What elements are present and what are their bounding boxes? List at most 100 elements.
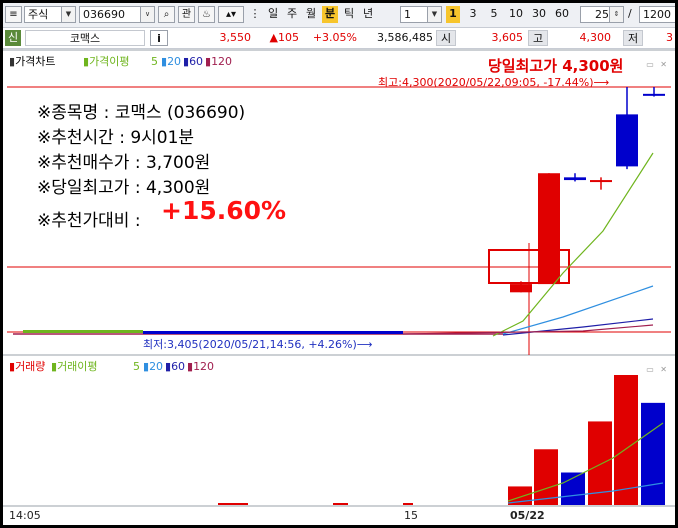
legend-price-ma[interactable]: ▮가격이평 [83, 54, 130, 70]
legend-ma120[interactable]: 120 [211, 55, 232, 68]
change-value: ▲105 [269, 31, 299, 44]
new-badge: 신 [5, 30, 21, 46]
chevron-down-icon[interactable]: ▼ [61, 7, 75, 22]
change-percent: +3.05% [312, 31, 357, 44]
period-week[interactable]: 주 [284, 6, 300, 23]
legend-volume[interactable]: 거래량 [15, 360, 45, 373]
legend-ma20[interactable]: 20 [167, 55, 181, 68]
stock-icon[interactable]: ♨ [198, 6, 215, 23]
market-select-value: 주식 [28, 8, 49, 21]
spin-icon[interactable]: ▴▾ [218, 6, 244, 23]
candle-body [643, 93, 665, 96]
candle-body [510, 284, 532, 293]
count-input[interactable]: 25 ⇕ [580, 6, 624, 23]
period-year[interactable]: 년 [360, 6, 376, 23]
legend-volume-ma[interactable]: 거래이평 [57, 360, 97, 373]
candle-body [564, 177, 586, 181]
panel-window-buttons[interactable]: ▭ ✕ [646, 57, 669, 73]
period-month[interactable]: 월 [303, 6, 319, 23]
vma5-line [507, 422, 664, 502]
candle-body [590, 180, 612, 183]
highlight-box [488, 249, 570, 284]
legend-vma5[interactable]: 5 [133, 359, 140, 375]
spin-icon[interactable]: ⇕ [609, 7, 623, 22]
legend-vma120[interactable]: 120 [193, 360, 214, 373]
code-input[interactable]: 036690 ∨ [79, 6, 155, 23]
low-label: 저 [623, 30, 643, 46]
overlay-compare-value: +15.60% [161, 196, 287, 225]
volume-bar [534, 449, 558, 505]
minute-30-button[interactable]: 30 [529, 6, 549, 23]
high-note: 최고:4,300(2020/05/22,09:05, -17.44%)⟶ [378, 76, 610, 89]
overlay-line-high: ※당일최고가 : 4,300원 [37, 178, 211, 198]
low-value: 3 [666, 31, 673, 44]
overlay-line-name: ※종목명 : 코맥스 (036690) [37, 103, 246, 123]
chart-window: ≡ 주식 ▼ 036690 ∨ ⌕ 관 ♨ ▴▾ ⋮ 일 주 월 분 틱 년 1… [3, 3, 675, 525]
minute-1-button[interactable]: 1 [446, 6, 460, 23]
menu-icon[interactable]: ≡ [5, 6, 22, 23]
x-label-0522: 05/22 [510, 509, 545, 522]
market-select[interactable]: 주식 ▼ [24, 6, 76, 23]
volume-bar [614, 375, 638, 505]
high-label: 고 [528, 30, 548, 46]
more-icon[interactable]: ⋮ [247, 6, 263, 23]
stock-name[interactable]: 코맥스 [25, 30, 145, 46]
ma-series [402, 152, 654, 337]
period-day[interactable]: 일 [265, 6, 281, 23]
candle-body [616, 114, 638, 167]
volume-bar [508, 486, 532, 505]
info-icon[interactable]: i [150, 30, 168, 46]
ma20-line [502, 285, 654, 335]
chevron-down-icon[interactable]: ▼ [427, 7, 441, 22]
volume-bar [588, 421, 612, 505]
relation-button[interactable]: 관 [178, 6, 195, 23]
slash-separator: / [628, 7, 632, 20]
unit-select-value: 1 [404, 8, 411, 21]
panel-window-buttons[interactable]: ▭ ✕ [646, 362, 669, 378]
minute-5-button[interactable]: 5 [486, 6, 502, 23]
volume-series [218, 375, 665, 505]
period-tick[interactable]: 틱 [341, 6, 357, 23]
relation-button-label: 관 [181, 9, 192, 20]
minute-60-button[interactable]: 60 [552, 6, 572, 23]
baseline-band [23, 330, 143, 333]
legend-vma20[interactable]: 20 [149, 360, 163, 373]
legend-price-ma-label: 가격이평 [89, 55, 130, 68]
overlay-compare-label: ※추천가대비 : [37, 211, 141, 231]
search-icon[interactable]: ⌕ [158, 6, 175, 23]
open-value: 3,605 [491, 31, 524, 44]
baseline-band [143, 331, 403, 334]
legend-ma5[interactable]: 5 [151, 54, 158, 70]
total-input[interactable]: 1200 [639, 6, 675, 23]
volume-bar [641, 402, 665, 505]
count-input-value: 25 [595, 8, 609, 21]
headline-high: 당일최고가 4,300원 [488, 57, 624, 75]
legend-price-chart-label: 가격차트 [15, 55, 56, 68]
vma20-line [507, 482, 664, 504]
open-label: 시 [436, 30, 456, 46]
period-minute[interactable]: 분 [322, 6, 338, 23]
ma60-line [502, 318, 654, 336]
x-label-1405: 14:05 [9, 509, 41, 522]
volume-panel-legend: ▮거래량 ▮거래이평 5 ▮20 ▮60 ▮120 ▭ ✕ [3, 359, 675, 375]
unit-select[interactable]: 1 ▼ [400, 6, 442, 23]
volume-value: 3,586,485 [377, 31, 433, 44]
total-input-value: 1200 [643, 8, 671, 21]
legend-vma60[interactable]: 60 [171, 360, 185, 373]
legend-ma60[interactable]: 60 [189, 55, 203, 68]
code-input-value: 036690 [83, 8, 125, 21]
low-note: 최저:3,405(2020/05/21,14:56, +4.26%)⟶ [143, 338, 373, 351]
overlay-line-time: ※추천시간 : 9시01분 [37, 128, 195, 148]
ma5-line [492, 152, 654, 337]
chevron-down-icon[interactable]: ∨ [140, 7, 154, 22]
legend-price-chart[interactable]: ▮가격차트 [9, 54, 56, 70]
x-label-15: 15 [404, 509, 418, 522]
minute-3-button[interactable]: 3 [465, 6, 481, 23]
toolbar: ≡ 주식 ▼ 036690 ∨ ⌕ 관 ♨ ▴▾ ⋮ 일 주 월 분 틱 년 1… [3, 3, 675, 28]
overlay-line-buy: ※추천매수가 : 3,700원 [37, 153, 211, 173]
ma120-line [402, 324, 654, 335]
quote-bar: 신 코맥스 i 3,550 ▲105 +3.05% 3,586,485 시 3,… [3, 28, 675, 49]
minute-10-button[interactable]: 10 [506, 6, 526, 23]
high-value: 4,300 [579, 31, 612, 44]
current-price: 3,550 [219, 31, 252, 44]
